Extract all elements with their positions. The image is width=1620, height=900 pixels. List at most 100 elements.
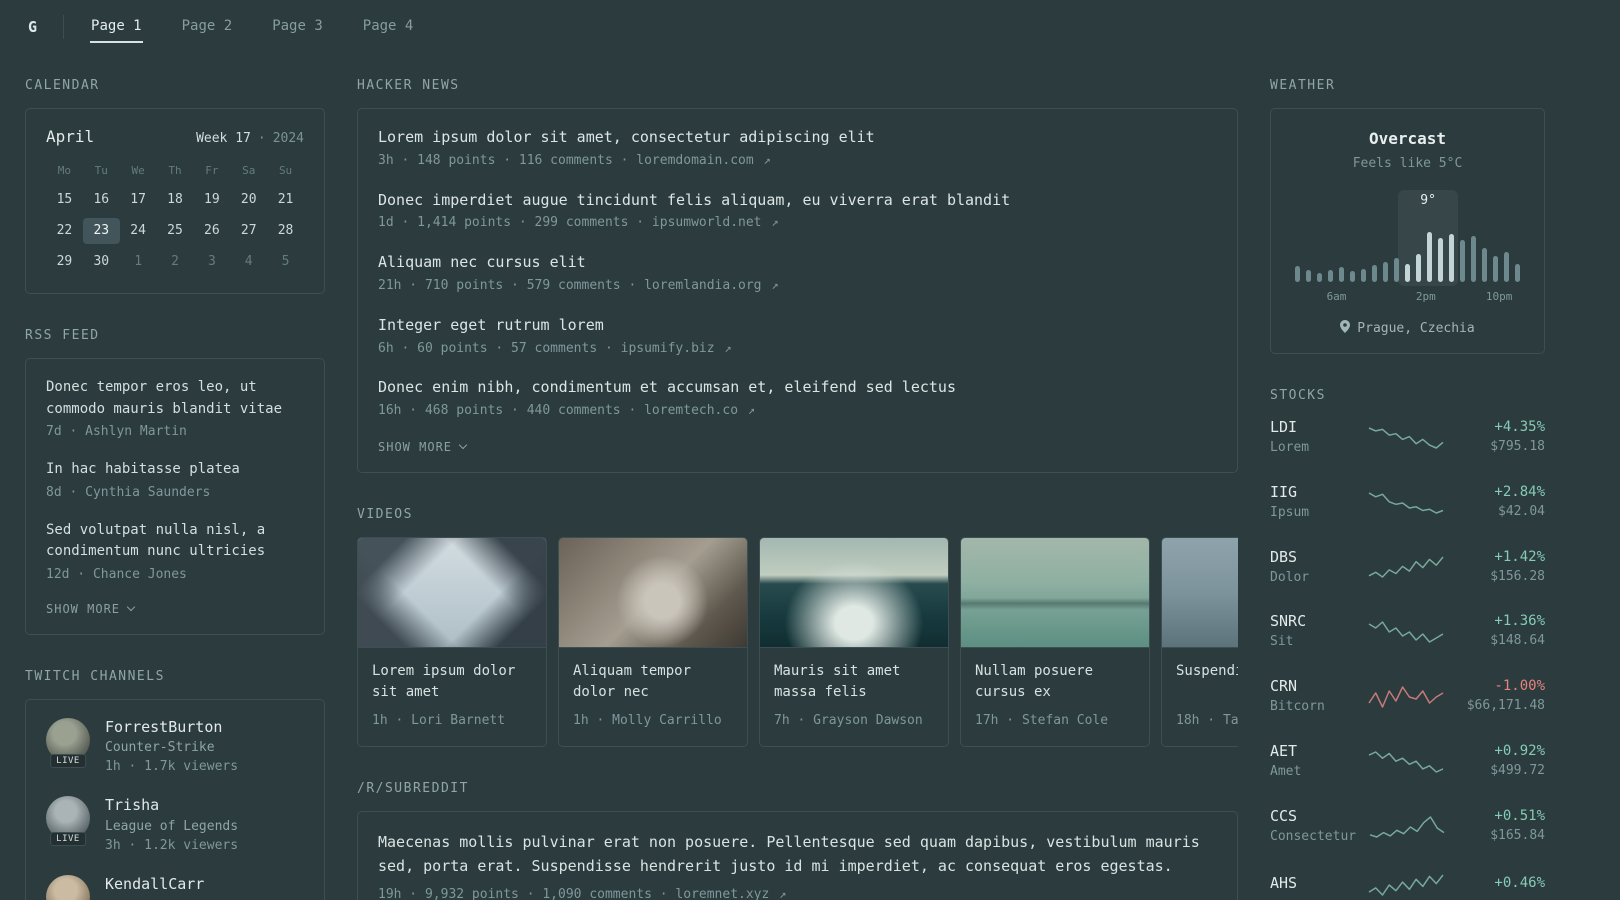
calendar-day[interactable]: 3 [193,249,230,275]
stock-name: Amet [1270,764,1302,780]
weather-temp-bar [1339,266,1344,282]
stock-row[interactable]: AHS +0.46% [1270,872,1545,898]
calendar-day[interactable]: 4 [230,249,267,275]
video-carousel[interactable]: Lorem ipsum dolor sit amet consectetu… 1… [357,536,1238,747]
stock-sparkline [1367,872,1445,898]
video-thumbnail[interactable] [358,537,546,648]
calendar-day[interactable]: 15 [46,187,83,213]
video-title[interactable]: Nullam posuere cursus ex [961,648,1149,706]
stock-sparkline [1367,684,1445,710]
weather-location[interactable]: Prague, Czechia [1357,321,1474,336]
day-of-week-label: Mo [57,164,72,177]
app-logo[interactable]: G [28,18,37,36]
external-link-icon[interactable]: ↗ [779,887,786,900]
hn-item-link[interactable]: Integer eget rutrum lorem [378,315,1217,337]
twitch-channel[interactable]: LIVE Trisha League of Legends 3h · 1.2k … [46,796,304,855]
subreddit-widget: /R/SUBREDDIT Maecenas mollis pulvinar er… [357,781,1238,900]
calendar-day[interactable]: 5 [267,249,304,275]
channel-name[interactable]: ForrestBurton [105,718,238,738]
page-tab[interactable]: Page 2 [181,12,234,43]
calendar-day[interactable]: 17 [120,187,157,213]
channel-name[interactable]: Trisha [105,796,238,816]
hn-item-link[interactable]: Donec imperdiet augue tincidunt felis al… [378,190,1217,212]
twitch-channel[interactable]: LIVE ForrestBurton Counter-Strike 1h · 1… [46,717,304,777]
calendar-day[interactable]: 25 [157,218,194,244]
calendar-day[interactable]: 2 [157,249,194,275]
external-link-icon[interactable]: ↗ [771,278,778,292]
post-link[interactable]: Maecenas mollis pulvinar erat non posuer… [378,830,1217,878]
day-of-week-label: Fr [205,164,219,177]
calendar-day[interactable]: 27 [230,218,267,244]
stock-row[interactable]: DBS Dolor +1.42% $156.28 [1270,548,1545,588]
calendar-day[interactable]: 29 [46,249,83,275]
stock-row[interactable]: SNRC Sit +1.36% $148.64 [1270,612,1545,652]
video-thumbnail[interactable] [760,537,948,648]
external-link-icon[interactable]: ↗ [764,153,771,167]
video-title[interactable]: Lorem ipsum dolor sit amet consectetu… [358,648,546,706]
video-title[interactable]: Suspendisse diam [1162,648,1238,706]
hn-item-link[interactable]: Lorem ipsum dolor sit amet, consectetur … [378,127,1217,149]
video-title[interactable]: Mauris sit amet massa felis [760,648,948,706]
external-link-icon[interactable]: ↗ [771,215,778,229]
chevron-down-icon [126,603,136,612]
twitch-widget: TWITCH CHANNELS LIVE ForrestBurton Count… [25,669,325,900]
rss-item-meta: 12d · Chance Jones [46,567,187,583]
calendar-day[interactable]: 24 [120,218,157,244]
stock-row[interactable]: CRN Bitcorn -1.00% $66,171.48 [1270,677,1545,717]
stock-change: +2.84% [1494,483,1545,500]
calendar-day[interactable]: 28 [267,218,304,244]
stock-symbol: AET [1270,742,1298,761]
rss-item: In hac habitasse platea 8d · Cynthia Sau… [46,459,304,503]
rss-show-more-button[interactable]: SHOW MORE [46,602,136,616]
rss-item-link[interactable]: Sed volutpat nulla nisl, a condimentum n… [46,520,304,563]
hn-item-link[interactable]: Donec enim nibh, condimentum et accumsan… [378,377,1217,399]
external-link-icon[interactable]: ↗ [724,341,731,355]
stock-row[interactable]: CCS Consectetur +0.51% $165.84 [1270,807,1545,847]
video-thumbnail[interactable] [961,537,1149,648]
channel-avatar-image [46,874,90,900]
video-card[interactable]: Nullam posuere cursus ex 17h · Stefan Co… [960,536,1150,747]
stock-sparkline [1367,619,1445,645]
avatar: LIVE [46,717,90,768]
calendar-day[interactable]: 19 [193,187,230,213]
calendar-day[interactable]: 26 [193,218,230,244]
channel-info: KendallCarr [105,875,204,898]
external-link-icon[interactable]: ↗ [748,403,755,417]
calendar-day[interactable]: 23 [82,218,120,244]
video-card[interactable]: Suspendisse diam 18h · Tara [1161,536,1238,747]
video-thumbnail[interactable] [1162,537,1238,648]
stock-values: +1.42% $156.28 [1457,549,1545,587]
page-tab[interactable]: Page 4 [362,12,415,43]
stock-row[interactable]: IIG Ipsum +2.84% $42.04 [1270,483,1545,523]
hn-show-more-button[interactable]: SHOW MORE [378,440,468,454]
calendar-day[interactable]: 1 [120,249,157,275]
calendar-day[interactable]: 22 [46,218,83,244]
video-thumbnail[interactable] [559,537,747,648]
video-card[interactable]: Aliquam tempor dolor nec pharetra… 1h · … [558,536,748,747]
hn-item-link[interactable]: Aliquam nec cursus elit [378,252,1217,274]
calendar-card: April Week 17 · 2024 Mo Tu We Th Fr Sa S… [25,108,325,294]
video-card[interactable]: Lorem ipsum dolor sit amet consectetu… 1… [357,536,547,747]
stock-row[interactable]: AET Amet +0.92% $499.72 [1270,742,1545,782]
channel-name[interactable]: KendallCarr [105,875,204,895]
calendar-day[interactable]: 20 [230,187,267,213]
rss-card: Donec tempor eros leo, ut commodo mauris… [25,358,325,635]
calendar-day[interactable]: 21 [267,187,304,213]
stock-row[interactable]: LDI Lorem +4.35% $795.18 [1270,418,1545,458]
page-tab[interactable]: Page 3 [271,12,324,43]
calendar-day[interactable]: 16 [83,187,120,213]
calendar-month[interactable]: April [46,127,94,146]
hn-item-meta: 21h · 710 points · 579 comments · loreml… [378,277,1217,296]
day-of-week-label: Th [168,164,182,177]
rss-item-link[interactable]: In hac habitasse platea [46,459,304,481]
calendar-day[interactable]: 18 [157,187,194,213]
calendar-day[interactable]: 30 [83,249,120,275]
video-title[interactable]: Aliquam tempor dolor nec pharetra… [559,648,747,706]
videos-widget: VIDEOS Lorem ipsum dolor sit amet consec… [357,507,1238,747]
video-card[interactable]: Mauris sit amet massa felis 7h · Grayson… [759,536,949,747]
rss-item-link[interactable]: Donec tempor eros leo, ut commodo mauris… [46,377,304,420]
weather-temp-bar [1427,231,1432,282]
page-tab[interactable]: Page 1 [90,12,143,43]
stock-symbol: IIG [1270,482,1298,501]
twitch-channel[interactable]: LIVE KendallCarr [46,874,304,900]
